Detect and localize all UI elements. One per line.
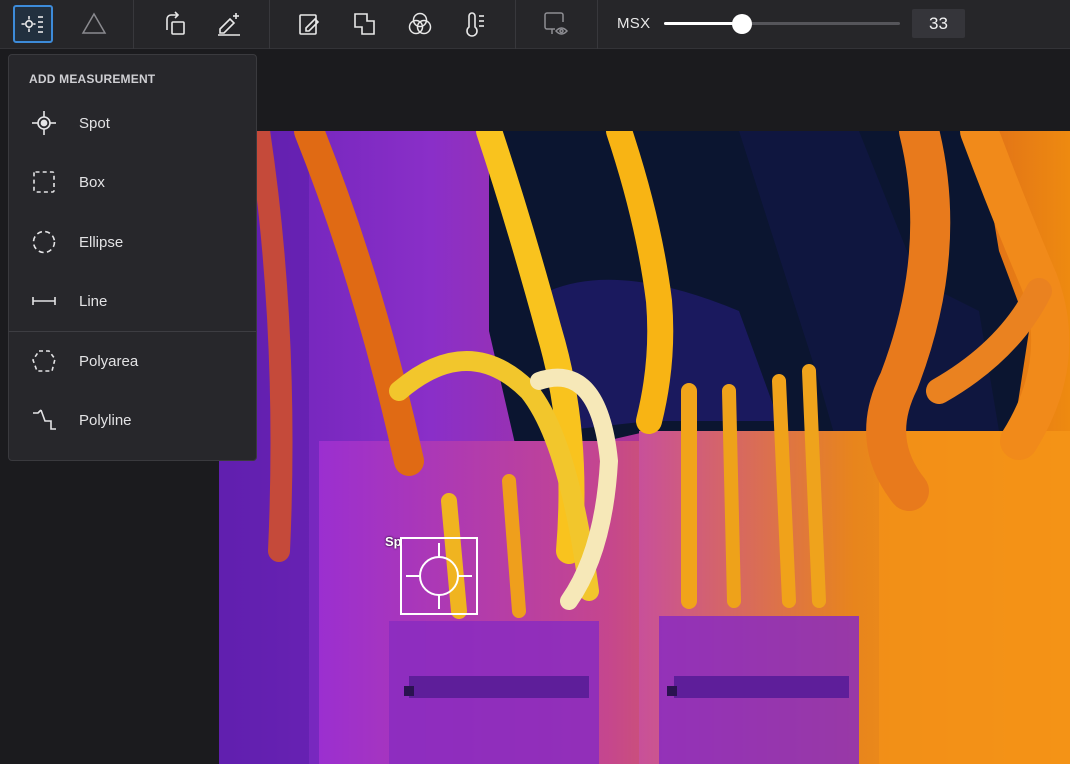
menu-divider [9, 331, 256, 332]
measurement-icon [21, 16, 43, 33]
rotate-tool-button[interactable] [155, 5, 195, 43]
color-circles-icon [408, 12, 432, 35]
msx-label: MSX [617, 15, 651, 32]
add-measurement-menu: ADD MEASUREMENT Spot Box Ellipse Line Po… [8, 54, 257, 461]
menu-item-label: Box [79, 173, 105, 191]
toolbar-divider [515, 0, 516, 49]
delta-tool-button[interactable] [74, 5, 114, 43]
msx-slider[interactable] [664, 14, 900, 34]
toolbar-divider [133, 0, 134, 49]
polyline-icon [29, 405, 59, 435]
triangle-icon [81, 12, 107, 34]
screen-eye-icon [544, 12, 569, 35]
overlay-icon [354, 13, 375, 35]
rotate-icon [166, 11, 185, 35]
spot-marker[interactable] [400, 537, 478, 615]
toolbar-divider [269, 0, 270, 49]
spot-icon [29, 108, 59, 138]
edit-icon [299, 14, 320, 35]
toolbar: MSX 33 [0, 0, 1070, 49]
edit-tool-button[interactable] [290, 5, 330, 43]
msx-slider-fill [664, 22, 742, 25]
toolbar-divider [597, 0, 598, 49]
ellipse-icon [29, 227, 59, 257]
menu-item-box[interactable]: Box [9, 159, 256, 205]
menu-item-label: Polyline [79, 411, 132, 429]
color-palette-tool-button[interactable] [400, 5, 440, 43]
box-icon [29, 167, 59, 197]
temperature-scale-tool-button[interactable] [455, 5, 495, 43]
menu-item-polyarea[interactable]: Polyarea [9, 338, 256, 384]
spot-crosshair-icon [406, 543, 472, 609]
polyarea-icon [29, 346, 59, 376]
msx-slider-thumb[interactable] [731, 14, 752, 34]
line-icon [29, 286, 59, 316]
thermal-image[interactable] [219, 131, 1070, 764]
menu-item-polyline[interactable]: Polyline [9, 397, 256, 443]
menu-item-label: Spot [79, 114, 110, 132]
msx-value-field[interactable]: 33 [912, 9, 965, 38]
visibility-tool-button[interactable] [536, 5, 576, 43]
menu-item-spot[interactable]: Spot [9, 100, 256, 146]
menu-item-label: Polyarea [79, 352, 139, 370]
thermometer-icon [466, 12, 484, 37]
menu-item-line[interactable]: Line [9, 278, 256, 324]
overlay-tool-button[interactable] [345, 5, 385, 43]
measurement-tool-button[interactable] [13, 5, 53, 43]
menu-item-label: Ellipse [79, 233, 124, 251]
menu-header: ADD MEASUREMENT [29, 72, 156, 86]
menu-item-label: Line [79, 292, 108, 310]
annotate-tool-button[interactable] [209, 5, 249, 43]
menu-item-ellipse[interactable]: Ellipse [9, 219, 256, 265]
pen-add-icon [218, 13, 240, 36]
